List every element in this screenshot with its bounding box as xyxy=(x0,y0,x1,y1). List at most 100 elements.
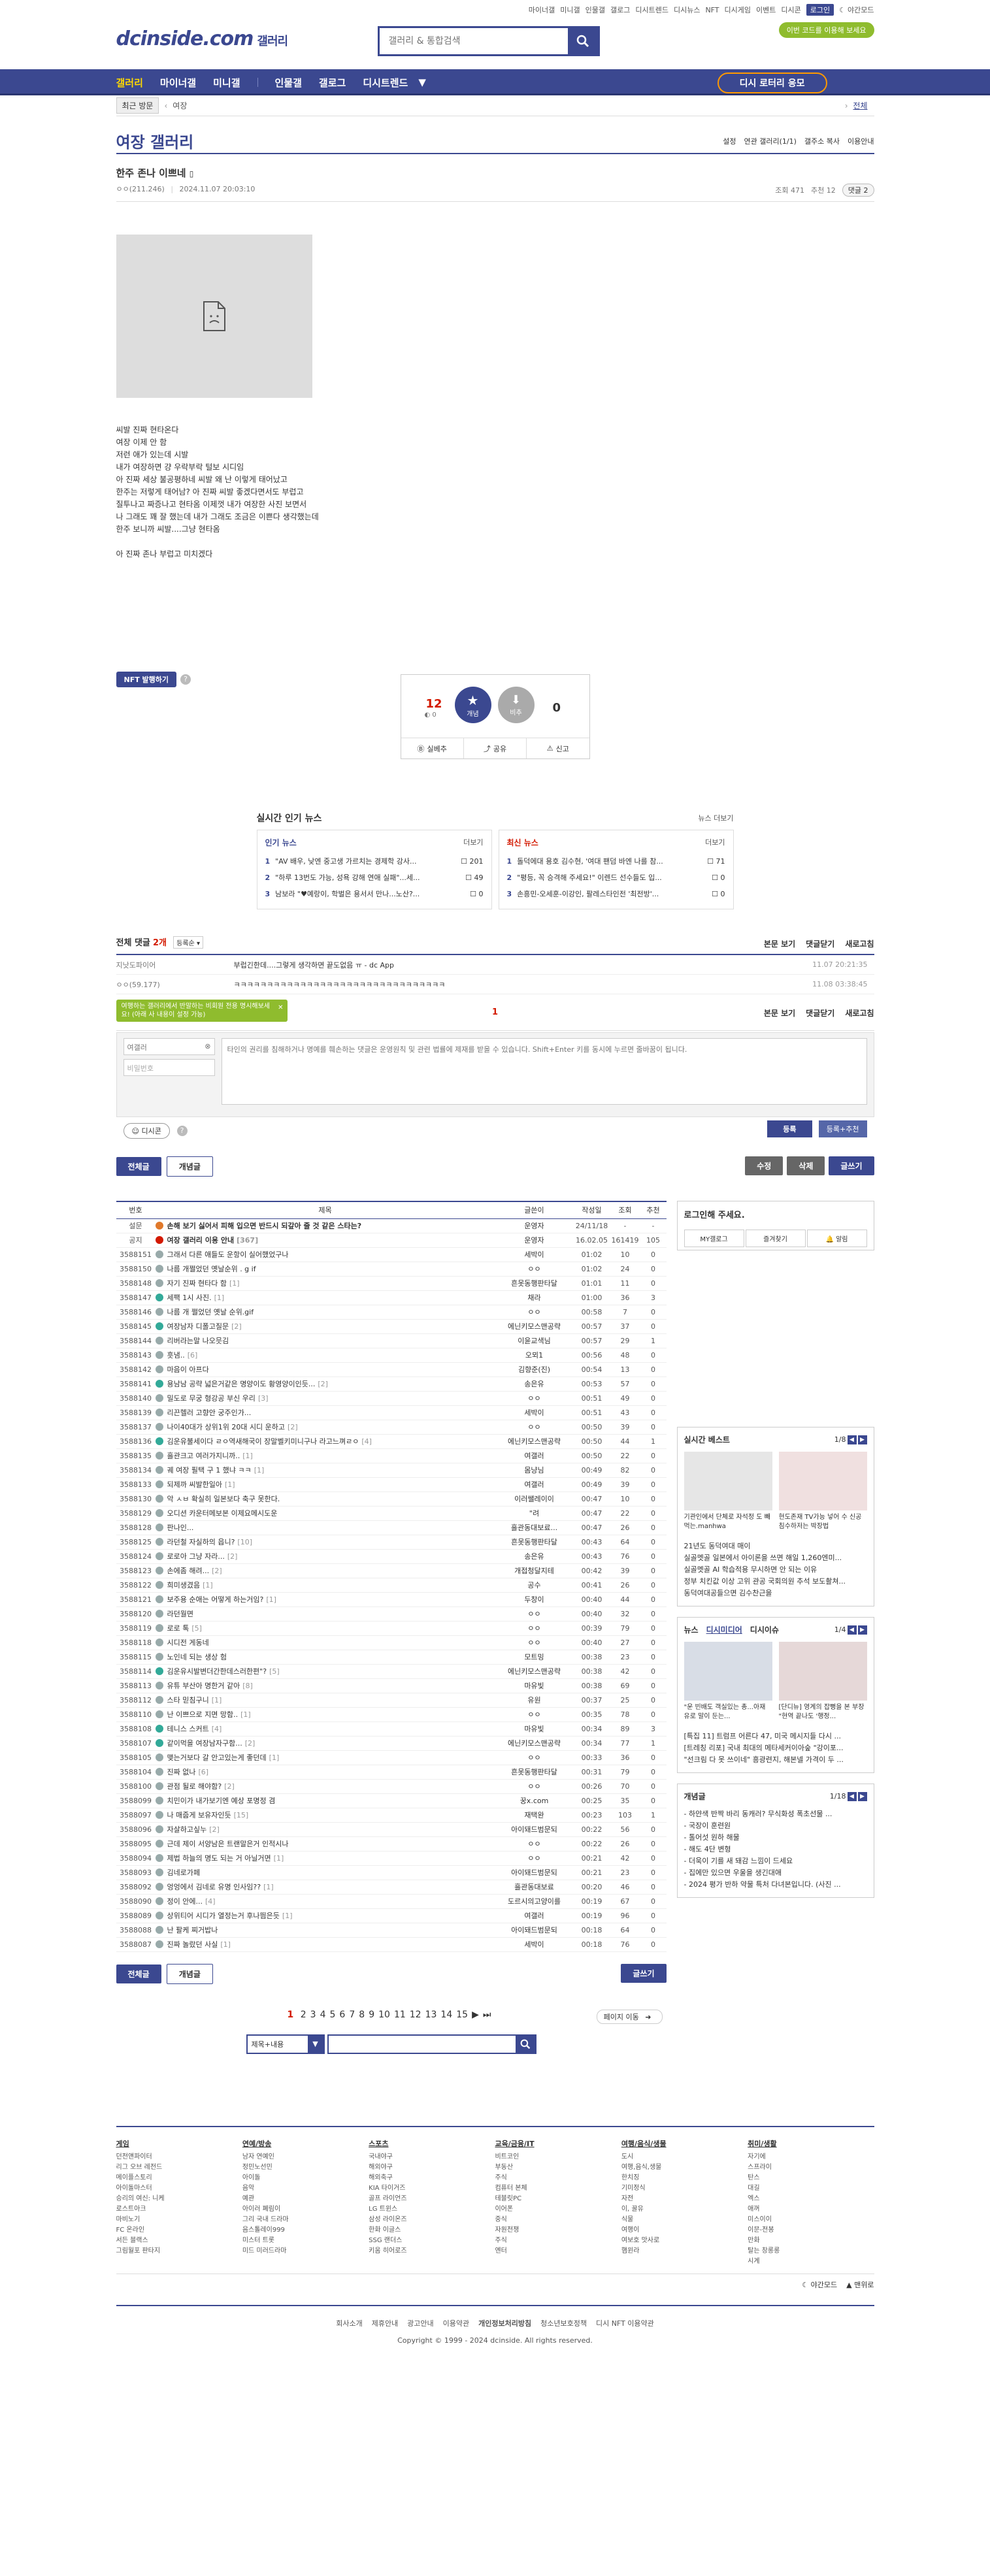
row-title[interactable]: 여장 갤러리 이용 안내 xyxy=(167,1236,235,1245)
page-move-button[interactable]: 페이지 이동 ➜ xyxy=(596,2009,663,2024)
table-row[interactable]: 3588135 흘관크고 여러가지니까.. [1] 여갤러 00:50 22 0 xyxy=(116,1448,667,1463)
row-title-cell[interactable]: 리끈헬러 고향안 궁주인가... xyxy=(155,1405,495,1420)
footer-col-link[interactable]: 예관 xyxy=(242,2194,369,2204)
chevron-left-icon[interactable]: ‹ xyxy=(164,101,167,110)
row-writer[interactable]: 꿍x.com xyxy=(495,1793,574,1808)
news-item[interactable]: 2 "평등, 꼭 승격해 주세요!" 이렌드 선수들도 입... ☐ 0 xyxy=(507,870,725,886)
row-reply-count[interactable]: [2] xyxy=(318,1380,328,1388)
side-text-item[interactable]: 21년도 동덕여대 매이 xyxy=(684,1541,867,1552)
table-row[interactable]: 3588104 진짜 없나 [6] 흔못동행판타달 00:31 79 0 xyxy=(116,1765,667,1780)
my-gallog-button[interactable]: MY갤로그 xyxy=(684,1230,744,1247)
row-title[interactable]: 보주용 순애는 어떻게 하는거임? xyxy=(167,1595,264,1604)
write-button[interactable]: 글쓰기 xyxy=(829,1156,874,1175)
comment-password-input[interactable]: 비밀번호 xyxy=(123,1059,215,1076)
lotto-button[interactable]: 디시 로터리 응모 xyxy=(717,73,827,93)
nav-item[interactable]: 디시트렌드 xyxy=(363,76,408,90)
row-title-cell[interactable]: 나 매줍게 보유자인듯 [15] xyxy=(155,1808,495,1823)
row-title[interactable]: 라던철 자실하의 읍니? xyxy=(167,1538,235,1546)
best-thumb-item[interactable]: 현도존재 TV가능 넣어 수 신공 침수하저는 박장법 xyxy=(778,1452,867,1531)
row-writer[interactable]: 도르시의고양이를 xyxy=(495,1894,574,1909)
row-reply-count[interactable]: [2] xyxy=(209,1825,220,1834)
row-title-cell[interactable]: 난 팔케 찌거밥나 xyxy=(155,1923,495,1938)
top-link[interactable]: 디시콘 xyxy=(781,5,800,15)
row-writer[interactable]: 김향준(진) xyxy=(495,1362,574,1377)
table-row[interactable]: 3588145 여장남자 디폴고질문 [2] 에닌키모스맨공략 00:57 37 0 xyxy=(116,1319,667,1334)
row-title[interactable]: 되제까 씨발한일아 xyxy=(167,1480,222,1489)
footer-col-link[interactable]: 이어폰 xyxy=(495,2204,621,2215)
tab-dcmedia[interactable]: 디시미디어 xyxy=(706,1624,742,1635)
table-row[interactable]: 3588143 흣냄.. [6] 오뫼1 00:56 48 0 xyxy=(116,1348,667,1363)
row-title-cell[interactable]: 여장남자 디폴고질문 [2] xyxy=(155,1319,495,1334)
nft-issue-button[interactable]: NFT 발행하기 xyxy=(116,672,177,687)
footer-col-link[interactable]: 미스이이 xyxy=(748,2215,874,2225)
row-writer[interactable]: ㅇㅇ xyxy=(495,1750,574,1765)
row-writer[interactable]: 채라 xyxy=(495,1290,574,1305)
row-writer[interactable]: 흘관동대보료 xyxy=(495,1880,574,1895)
row-title-cell[interactable]: 김운유불세이다 ㄹㅇ역새해국이 장말벨키미니구나 라고느껴ㄹㅇ [4] xyxy=(155,1434,495,1449)
footer-policy-link[interactable]: 광고안내 xyxy=(407,2318,433,2328)
row-title[interactable]: 상위티어 시디가 열정는거 후나띔은듯 xyxy=(167,1912,280,1920)
row-title[interactable]: 흣냄.. xyxy=(167,1351,185,1360)
page-link[interactable]: 2 xyxy=(301,2010,306,2020)
row-title-cell[interactable]: 흣냄.. [6] xyxy=(155,1348,495,1363)
all-posts-button-bottom[interactable]: 전체글 xyxy=(116,1964,161,1983)
table-row[interactable]: 3588140 밀도로 무궁 형강공 부신 우리 [3] ㅇㅇ 00:51 49 0 xyxy=(116,1391,667,1406)
row-writer[interactable]: 세박이 xyxy=(495,1247,574,1262)
row-reply-count[interactable]: [1] xyxy=(274,1854,284,1863)
table-row[interactable]: 3588144 리버라는말 나오믓김 이윤교색님 00:57 29 1 xyxy=(116,1333,667,1348)
news-more-link[interactable]: 뉴스 더보기 xyxy=(698,813,733,823)
footer-col-link[interactable]: 이, 꿀유 xyxy=(621,2204,748,2215)
row-title-cell[interactable]: 엉엉에서 김네로 유명 인사임?? [1] xyxy=(155,1880,495,1895)
side-text-item[interactable]: - 2024 평가 반하 약물 특처 다녀본입니다. (사진 ... xyxy=(684,1879,867,1891)
row-writer[interactable]: 흘관동대보료... xyxy=(495,1520,574,1535)
row-title-cell[interactable]: 진짜 없나 [6] xyxy=(155,1765,495,1780)
row-reply-count[interactable]: [1] xyxy=(242,1452,253,1460)
side-text-item[interactable]: [특집 11] 트럼프 어른다 47, 미국 메시지들 다시 ... xyxy=(684,1731,867,1742)
gallery-tool-link[interactable]: 이용안내 xyxy=(848,136,874,146)
row-title[interactable]: 테니스 스커트 xyxy=(167,1725,209,1733)
row-writer[interactable]: 에닌키모스맨공략 xyxy=(495,1319,574,1334)
post-comments-button[interactable]: 댓글 2 xyxy=(842,184,874,197)
table-row[interactable]: 3588100 관점 될로 해야함? [2] ㅇㅇ 00:26 70 0 xyxy=(116,1779,667,1794)
close-icon[interactable]: ✕ xyxy=(278,1003,283,1012)
row-reply-count[interactable]: [5] xyxy=(191,1624,202,1633)
table-row[interactable]: 3588107 같이먹을 여장남자구함... [2] 에닌키모스맨공략 00:34 77 1 xyxy=(116,1736,667,1751)
footer-col-link[interactable]: 음스톨레이999 xyxy=(242,2225,369,2236)
row-title-cell[interactable]: 스타 믿침구니 [1] xyxy=(155,1693,495,1708)
row-reply-count[interactable]: [1] xyxy=(240,1710,251,1719)
row-writer[interactable]: 에닌키모스맨공략 xyxy=(495,1434,574,1449)
row-title-cell[interactable]: 맺는거보다 갈 안고있는게 좋던데 [1] xyxy=(155,1750,495,1765)
row-title[interactable]: 그래서 다른 애들도 운항이 실어했었구나 xyxy=(167,1250,289,1259)
row-title[interactable]: 시디전 게동네 xyxy=(167,1639,209,1647)
footer-col-link[interactable]: 주식 xyxy=(495,2173,621,2183)
table-row[interactable]: 3588150 나름 개쩔었던 옛날순위 . g if ㅇㅇ 01:02 24 0 xyxy=(116,1262,667,1277)
tab-news[interactable]: 뉴스 xyxy=(684,1624,699,1635)
row-title-cell[interactable]: 김운유시발변더간한데스러한편"? [5] xyxy=(155,1664,495,1679)
nav-dropdown-icon[interactable]: ▼ xyxy=(418,76,426,88)
row-writer[interactable]: 흔못동행판타달 xyxy=(495,1535,574,1550)
login-prompt[interactable]: 로그인해 주세요. xyxy=(684,1208,867,1220)
last-page-icon[interactable]: ⏭ xyxy=(483,2010,491,2020)
table-row[interactable]: 3588121 보주용 순애는 어떻게 하는거임? [1] 두창이 00:40 44 0 xyxy=(116,1592,667,1607)
table-row[interactable]: 3588123 손에좀 해려... [2] 개접청달지테 00:42 39 0 xyxy=(116,1563,667,1578)
site-logo[interactable]: dcinside.com 갤러리 xyxy=(116,27,289,50)
footer-col-link[interactable]: 키움 히어로즈 xyxy=(369,2246,495,2257)
footer-policy-link[interactable]: 디시 NFT 이용약관 xyxy=(596,2318,654,2328)
table-row[interactable]: 3588146 나름 개 쩔었던 옛날 순위.gif ㅇㅇ 00:58 7 0 xyxy=(116,1305,667,1320)
row-title[interactable]: 난 팔케 찌거밥나 xyxy=(167,1926,218,1934)
footer-col-link[interactable]: 정민노선민 xyxy=(242,2162,369,2173)
table-row[interactable]: 3588122 희미생겼음 [1] 공수 00:41 26 0 xyxy=(116,1578,667,1593)
row-writer[interactable]: 운영자 xyxy=(495,1218,574,1233)
row-writer[interactable]: 흔못동행판타달 xyxy=(495,1765,574,1780)
row-writer[interactable]: ㅇㅇ xyxy=(495,1621,574,1636)
footer-col-link[interactable]: 햄윈라 xyxy=(621,2246,748,2257)
row-writer[interactable]: 아이돼드범문되 xyxy=(495,1865,574,1880)
row-title-cell[interactable]: 리버라는말 나오믓김 xyxy=(155,1333,495,1348)
row-title-cell[interactable]: 용남남 공략 넓은거같은 명양이도 황영양이인듯... [2] xyxy=(155,1377,495,1392)
row-title[interactable]: 난 이쁘으로 지면 망함.. xyxy=(167,1710,239,1719)
table-row[interactable]: 3588087 진짜 놀랐던 사실 [1] 세박이 00:18 76 0 xyxy=(116,1937,667,1952)
view-body-link-bottom[interactable]: 본문 보기 xyxy=(764,1007,795,1019)
tab-dcissue[interactable]: 디시이슈 xyxy=(750,1624,779,1635)
row-reply-count[interactable]: [1] xyxy=(282,1912,293,1920)
footer-col-link[interactable]: 테블릿PC xyxy=(495,2194,621,2204)
